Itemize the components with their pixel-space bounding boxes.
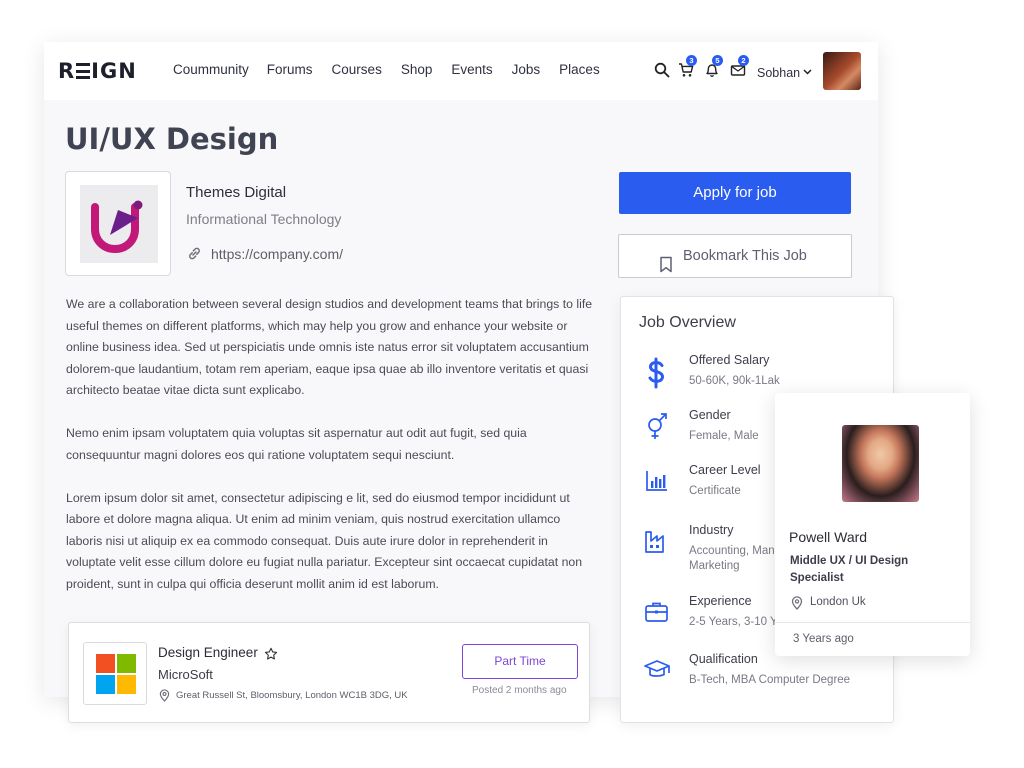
mail-icon[interactable]: 2: [730, 55, 749, 80]
description-paragraph: We are a collaboration between several d…: [66, 297, 593, 397]
overview-label: Gender: [689, 408, 731, 422]
overview-value: 50-60K, 90k-1Lak: [689, 375, 780, 387]
company-logo: [65, 171, 171, 276]
nav-courses[interactable]: Courses: [332, 62, 382, 77]
microsoft-logo-icon: [83, 642, 147, 705]
overview-label: Industry: [689, 523, 734, 537]
nav-jobs[interactable]: Jobs: [512, 62, 541, 77]
job-type-button[interactable]: Part Time: [462, 644, 578, 679]
related-job-card[interactable]: Design Engineer MicroSoft Great Russell …: [68, 622, 590, 723]
cart-badge: 3: [686, 55, 697, 66]
page-title: UI/UX Design: [65, 122, 279, 156]
main-nav: Coummunity Forums Courses Shop Events Jo…: [173, 62, 619, 77]
job-card-title[interactable]: Design Engineer: [158, 645, 258, 660]
link-icon: [186, 245, 203, 267]
chevron-down-icon: [803, 64, 812, 78]
divider: [775, 622, 970, 623]
bookmark-button[interactable]: Bookmark This Job: [618, 234, 852, 278]
company-name[interactable]: Themes Digital: [186, 184, 286, 201]
logo-e-mark: [76, 63, 91, 79]
overview-value: B-Tech, MBA Computer Degree: [689, 674, 851, 686]
profile-role: Middle UX / UI Design Specialist: [790, 555, 909, 584]
profile-name[interactable]: Powell Ward: [789, 529, 867, 545]
site-logo[interactable]: R IGN: [58, 59, 137, 83]
overview-label: Career Level: [689, 463, 761, 477]
overview-value: Certificate: [689, 485, 741, 497]
profile-photo: [842, 425, 919, 502]
location-pin-icon: [791, 596, 803, 615]
bookmark-label: Bookmark This Job: [683, 248, 807, 264]
profile-location: London Uk: [810, 596, 866, 608]
bar-chart-icon: [643, 467, 671, 495]
company-url[interactable]: https://company.com/: [211, 246, 343, 262]
briefcase-icon: [643, 598, 671, 626]
star-icon[interactable]: [264, 647, 278, 666]
nav-community[interactable]: Coummunity: [173, 62, 249, 77]
location-pin-icon: [159, 689, 170, 707]
bookmark-icon: [659, 248, 673, 290]
candidate-profile-card[interactable]: Powell Ward Middle UX / UI Design Specia…: [775, 393, 970, 656]
description-paragraph: Lorem ipsum dolor sit amet, consectetur …: [66, 490, 583, 591]
bell-icon[interactable]: 5: [704, 55, 723, 80]
nav-forums[interactable]: Forums: [267, 62, 313, 77]
overview-label: Experience: [689, 594, 752, 608]
messages-badge: 2: [738, 55, 749, 66]
company-category: Informational Technology: [186, 211, 342, 227]
company-logo-image: [80, 185, 158, 263]
nav-places[interactable]: Places: [559, 62, 600, 77]
job-overview-title: Job Overview: [639, 314, 736, 331]
description-paragraph: Nemo enim ipsam voluptatem quia voluptas…: [66, 426, 527, 462]
overview-value: Female, Male: [689, 430, 759, 442]
notifications-badge: 5: [712, 55, 723, 66]
job-card-company: MicroSoft: [158, 667, 213, 682]
top-navbar: R IGN Coummunity Forums Courses Shop Even…: [44, 42, 878, 100]
factory-icon: [643, 527, 671, 555]
dollar-icon: [643, 357, 671, 389]
cart-icon[interactable]: 3: [678, 55, 697, 80]
gender-icon: [643, 412, 671, 440]
profile-time: 3 Years ago: [793, 633, 854, 645]
apply-button[interactable]: Apply for job: [619, 172, 851, 214]
user-name: Sobhan: [757, 66, 801, 80]
overview-label: Offered Salary: [689, 353, 770, 367]
search-icon[interactable]: [654, 62, 672, 80]
job-card-posted: Posted 2 months ago: [472, 685, 567, 696]
user-menu[interactable]: Sobhan: [757, 64, 812, 80]
nav-shop[interactable]: Shop: [401, 62, 433, 77]
overview-label: Qualification: [689, 652, 758, 666]
overview-item-qualification: Qualification B-Tech, MBA Computer Degre…: [621, 652, 895, 702]
nav-events[interactable]: Events: [451, 62, 492, 77]
job-description: We are a collaboration between several d…: [66, 294, 594, 617]
user-avatar[interactable]: [823, 52, 861, 90]
job-card-address: Great Russell St, Bloomsbury, London WC1…: [176, 690, 408, 701]
graduation-cap-icon: [643, 656, 671, 684]
